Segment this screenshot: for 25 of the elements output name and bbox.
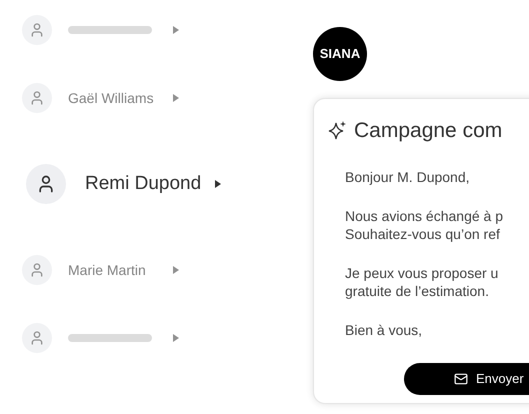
mail-icon: [454, 372, 468, 386]
avatar-icon: [22, 323, 52, 353]
contact-item[interactable]: Remi Dupond: [10, 149, 250, 219]
contact-item[interactable]: Marie Martin: [10, 253, 220, 287]
caret-icon: [173, 266, 179, 274]
send-button[interactable]: Envoyer: [404, 362, 529, 394]
contact-item[interactable]: Gaël Williams: [10, 81, 220, 115]
message-paragraph: Bien à vous,: [345, 320, 424, 338]
logo: SIANA: [313, 27, 367, 81]
message-paragraph: Je peux vous proposer u gratuite de l’estimation.: [345, 264, 500, 300]
message-paragraph: Nous avions échangé à p Souhaitez-vous qu’on ref: [345, 206, 504, 242]
avatar-icon: [22, 255, 52, 285]
contact-name: Marie Martin: [68, 260, 147, 280]
card-title: Campagne com: [354, 118, 502, 144]
caret-icon: [173, 334, 179, 342]
avatar-icon: [26, 164, 66, 204]
sparkle-icon: [328, 120, 348, 142]
message-paragraph: Bonjour M. Dupond,: [345, 168, 471, 186]
avatar-icon: [22, 83, 52, 113]
caret-icon: [173, 94, 179, 102]
contact-name: Remi Dupond: [85, 172, 202, 196]
caret-icon: [173, 26, 179, 34]
caret-icon: [215, 180, 221, 188]
avatar-icon: [22, 15, 52, 45]
contact-name: Gaël Williams: [68, 88, 155, 108]
